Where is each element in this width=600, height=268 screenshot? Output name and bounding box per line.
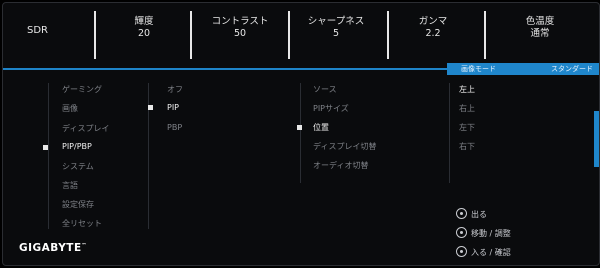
column-divider [300,83,301,183]
picture-mode-value: スタンダード [551,65,593,73]
joystick-icon [456,227,467,238]
contrast-value: 50 [233,28,247,39]
hint-adjust-label: / 調整 [489,229,511,238]
joystick-icon [456,246,467,257]
pip-mode-pip[interactable]: PIP [167,103,179,112]
scrollbar[interactable] [594,111,599,167]
gamma-label: ガンマ [418,16,448,27]
color-temp-label: 色温度 [525,16,555,27]
hint-enter-label: 入る [471,248,487,257]
pip-setting-audio-switch[interactable]: オーディオ切替 [313,160,368,171]
column-divider [449,83,450,183]
brand-name: GIGABYTE [19,242,82,254]
sharpness-label: シャープネス [307,16,365,27]
hint-move-label: 移動 [471,229,487,238]
brand-logo: GIGABYTE™ [19,242,88,254]
contrast-status: コントラスト 50 [194,16,286,40]
menu-item-language[interactable]: 言語 [62,180,78,191]
position-top-left[interactable]: 左上 [459,84,475,95]
pip-setting-source[interactable]: ソース [313,84,337,95]
pip-setting-size[interactable]: PIPサイズ [313,103,349,114]
pip-setting-position[interactable]: 位置 [313,122,329,133]
status-divider [484,11,486,59]
pip-mode-pbp[interactable]: PBP [167,123,182,132]
selected-bullet [148,105,153,110]
picture-mode-tab: 画像モード スタンダード [447,63,599,75]
color-temp-value: 通常 [530,28,550,39]
position-top-right[interactable]: 右上 [459,103,475,114]
gamma-value: 2.2 [425,28,441,39]
contrast-label: コントラスト [211,16,269,27]
selected-bullet [297,125,302,130]
hint-confirm-label: / 確認 [489,248,511,257]
menu-item-system[interactable]: システム [62,161,94,172]
osd-panel: SDR 輝度 20 コントラスト 50 シャープネス 5 ガンマ 2.2 色温度… [2,2,600,266]
gamma-status: ガンマ 2.2 [387,16,479,40]
hint-exit-label: 出る [471,210,487,219]
sharpness-value: 5 [332,28,340,39]
picture-mode-label: 画像モード [461,65,496,73]
color-temp-status: 色温度 通常 [490,16,590,40]
menu-item-display[interactable]: ディスプレイ [62,123,109,134]
menu-item-reset-all[interactable]: 全リセット [62,218,102,229]
pip-mode-off[interactable]: オフ [167,84,183,95]
menu-item-gaming[interactable]: ゲーミング [62,84,102,95]
hint-exit: 出る [456,208,487,220]
status-divider [190,11,192,59]
joystick-icon [456,208,467,219]
brightness-label: 輝度 [134,16,154,27]
dynamic-range-label: SDR [27,25,48,36]
status-divider [94,11,96,59]
position-bottom-right[interactable]: 右下 [459,141,475,152]
selected-bullet [43,145,48,150]
hint-enter-confirm: 入る / 確認 [456,246,511,258]
column-divider [48,83,49,229]
hint-move-adjust: 移動 / 調整 [456,227,511,239]
position-bottom-left[interactable]: 左下 [459,122,475,133]
brightness-status: 輝度 20 [98,16,190,40]
menu-item-save-settings[interactable]: 設定保存 [62,199,94,210]
brightness-value: 20 [137,28,151,39]
menu-item-pip-pbp[interactable]: PIP/PBP [62,142,92,151]
menu-item-picture[interactable]: 画像 [62,103,78,114]
pip-setting-display-switch[interactable]: ディスプレイ切替 [313,141,376,152]
sharpness-status: シャープネス 5 [290,16,382,40]
status-bar: SDR 輝度 20 コントラスト 50 シャープネス 5 ガンマ 2.2 色温度… [3,3,599,65]
